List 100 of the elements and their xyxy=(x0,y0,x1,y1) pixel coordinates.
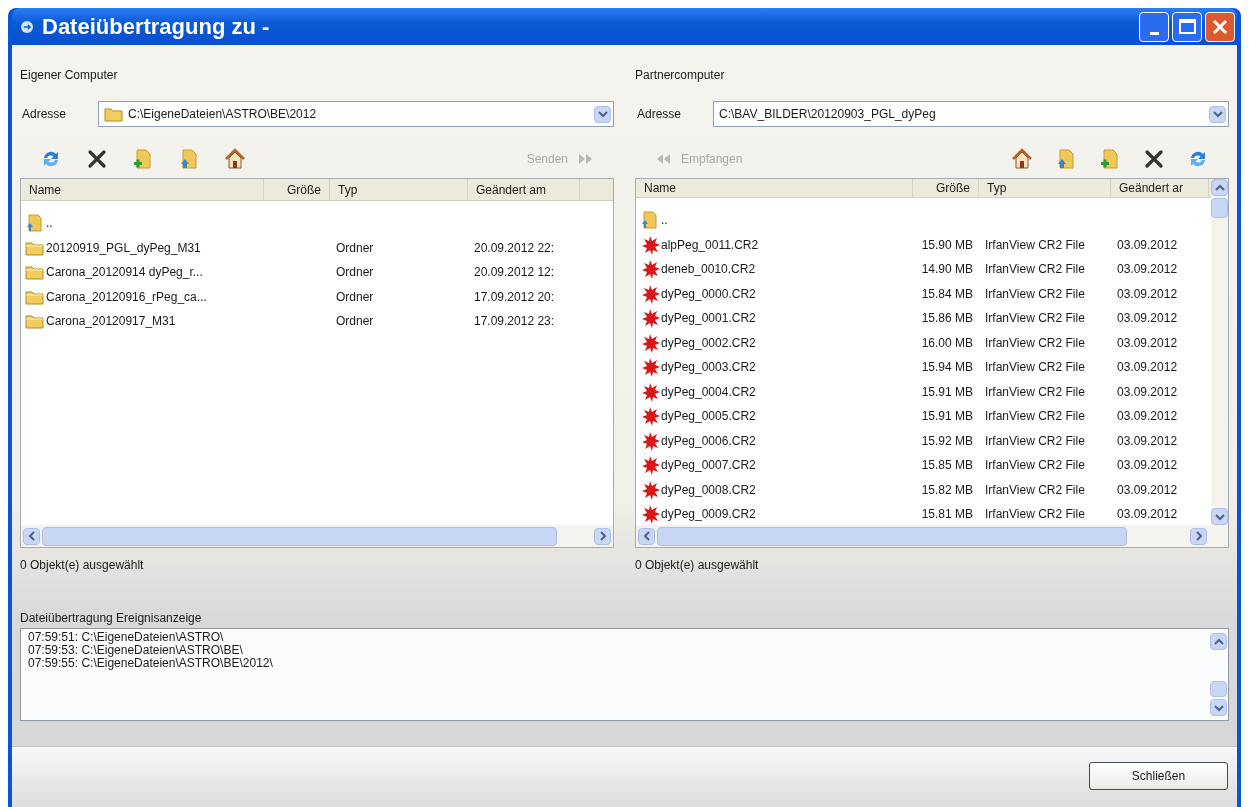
file-type: IrfanView CR2 File xyxy=(985,262,1085,277)
file-splat-icon xyxy=(640,259,660,280)
file-name[interactable]: .. xyxy=(46,214,53,233)
modified-date: 17.09.2012 23: xyxy=(474,314,555,329)
file-size: 15.81 MB xyxy=(921,506,973,524)
address-combo[interactable]: C:\EigeneDateien\ASTRO\BE\2012 xyxy=(98,101,614,127)
selection-status: 0 Objekt(e) ausgewählt xyxy=(635,557,759,574)
folder-up-icon[interactable] xyxy=(1055,148,1077,170)
scroll-thumb[interactable] xyxy=(657,526,1127,546)
file-type: Ordner xyxy=(336,265,374,280)
new-folder-icon[interactable] xyxy=(1099,148,1121,170)
file-splat-icon xyxy=(640,406,660,427)
file-size: 15.94 MB xyxy=(921,359,973,377)
file-name[interactable]: dyPeg_0008.CR2 xyxy=(661,480,756,499)
file-name[interactable]: dyPeg_0003.CR2 xyxy=(661,358,756,377)
file-splat-icon xyxy=(640,357,660,378)
file-name[interactable]: alpPeg_0011.CR2 xyxy=(661,235,759,254)
scroll-thumb[interactable] xyxy=(42,526,557,546)
file-name[interactable]: dyPeg_0007.CR2 xyxy=(661,456,756,475)
modified-date: 03.09.2012 xyxy=(1117,286,1178,301)
file-name[interactable]: Carona_20120917_M31 xyxy=(46,312,176,331)
file-name[interactable]: dyPeg_0009.CR2 xyxy=(661,505,756,524)
scroll-down-button[interactable] xyxy=(1210,699,1227,716)
file-name[interactable]: deneb_0010.CR2 xyxy=(661,260,756,279)
folder-icon xyxy=(25,313,45,330)
file-type: IrfanView CR2 File xyxy=(985,458,1085,473)
horizontal-scrollbar[interactable] xyxy=(636,525,1228,547)
column-header[interactable]: Größe xyxy=(913,179,979,197)
file-name[interactable]: dyPeg_0006.CR2 xyxy=(661,431,756,450)
file-name[interactable]: dyPeg_0005.CR2 xyxy=(661,407,756,426)
modified-date: 03.09.2012 xyxy=(1117,384,1178,399)
folder-up-icon[interactable] xyxy=(178,148,200,170)
close-dialog-button[interactable]: Schließen xyxy=(1089,762,1228,790)
scroll-thumb[interactable] xyxy=(1210,681,1227,697)
file-name[interactable]: .. xyxy=(661,211,668,230)
modified-date: 20.09.2012 12: xyxy=(474,265,555,280)
window-title: Dateiübertragung zu - xyxy=(42,13,270,41)
file-splat-icon xyxy=(640,332,660,353)
file-type: IrfanView CR2 File xyxy=(985,507,1085,522)
column-header[interactable]: Geändert am xyxy=(468,179,580,200)
double-arrow-right-icon xyxy=(578,153,594,165)
scroll-up-button[interactable] xyxy=(1210,633,1227,650)
file-size: 15.86 MB xyxy=(921,310,973,328)
file-splat-icon xyxy=(640,455,660,476)
maximize-button[interactable] xyxy=(1172,11,1202,42)
column-header[interactable]: Name xyxy=(636,179,913,197)
file-size: 16.00 MB xyxy=(921,334,973,352)
column-header[interactable]: Typ xyxy=(979,179,1111,197)
address-label: Adresse xyxy=(21,106,68,123)
modified-date: 20.09.2012 22: xyxy=(474,240,555,255)
folder-up-icon xyxy=(25,214,45,233)
modified-date: 03.09.2012 xyxy=(1117,482,1178,497)
dropdown-button[interactable] xyxy=(1209,105,1226,123)
file-splat-icon xyxy=(640,308,660,329)
file-name[interactable]: 20120919_PGL_dyPeg_M31 xyxy=(46,238,201,257)
file-name[interactable]: dyPeg_0001.CR2 xyxy=(661,309,756,328)
address-combo[interactable]: C:\BAV_BILDER\20120903_PGL_dyPeg xyxy=(713,101,1229,127)
delete-icon[interactable] xyxy=(1143,148,1165,170)
column-header[interactable]: Größe xyxy=(264,179,330,200)
log-label: Dateiübertragung Ereignisanzeige xyxy=(20,610,202,627)
file-type: Ordner xyxy=(336,240,374,255)
dropdown-button[interactable] xyxy=(594,105,611,123)
new-folder-icon[interactable] xyxy=(132,148,154,170)
double-arrow-left-icon xyxy=(655,153,671,165)
column-header[interactable]: Name xyxy=(21,179,264,200)
file-type: IrfanView CR2 File xyxy=(985,433,1085,448)
file-type: IrfanView CR2 File xyxy=(985,482,1085,497)
file-name[interactable]: Carona_20120916_rPeg_ca... xyxy=(46,287,207,306)
home-icon[interactable] xyxy=(1011,148,1033,170)
file-name[interactable]: dyPeg_0004.CR2 xyxy=(661,382,756,401)
home-icon[interactable] xyxy=(224,148,246,170)
horizontal-scrollbar[interactable] xyxy=(21,525,613,547)
modified-date: 03.09.2012 xyxy=(1117,360,1178,375)
folder-icon xyxy=(25,239,45,256)
app-icon xyxy=(20,19,34,34)
scroll-thumb[interactable] xyxy=(1211,198,1228,218)
file-type: IrfanView CR2 File xyxy=(985,360,1085,375)
modified-date: 03.09.2012 xyxy=(1117,262,1178,277)
scroll-right-button[interactable] xyxy=(1190,527,1207,545)
scroll-left-button[interactable] xyxy=(23,527,40,545)
modified-date: 03.09.2012 xyxy=(1117,507,1178,522)
file-name[interactable]: dyPeg_0000.CR2 xyxy=(661,284,756,303)
file-name[interactable]: dyPeg_0002.CR2 xyxy=(661,333,756,352)
scroll-left-button[interactable] xyxy=(638,527,655,545)
folder-icon xyxy=(104,106,124,122)
address-label: Adresse xyxy=(636,106,683,123)
file-splat-icon xyxy=(640,234,660,255)
log-line: 07:59:51: C:\EigeneDateien\ASTRO\ xyxy=(28,631,225,644)
modified-date: 03.09.2012 xyxy=(1117,237,1178,252)
scroll-down-button[interactable] xyxy=(1211,508,1228,525)
file-name[interactable]: Carona_20120914 dyPeg_r... xyxy=(46,263,203,282)
vertical-scrollbar[interactable] xyxy=(1211,179,1228,525)
column-header[interactable]: Geändert ar xyxy=(1111,179,1209,197)
delete-icon[interactable] xyxy=(86,148,108,170)
file-size: 15.90 MB xyxy=(921,236,973,254)
close-button[interactable] xyxy=(1205,11,1235,42)
scroll-up-button[interactable] xyxy=(1211,179,1228,196)
scroll-right-button[interactable] xyxy=(594,527,611,545)
minimize-button[interactable] xyxy=(1139,11,1169,42)
column-header[interactable]: Typ xyxy=(330,179,468,200)
